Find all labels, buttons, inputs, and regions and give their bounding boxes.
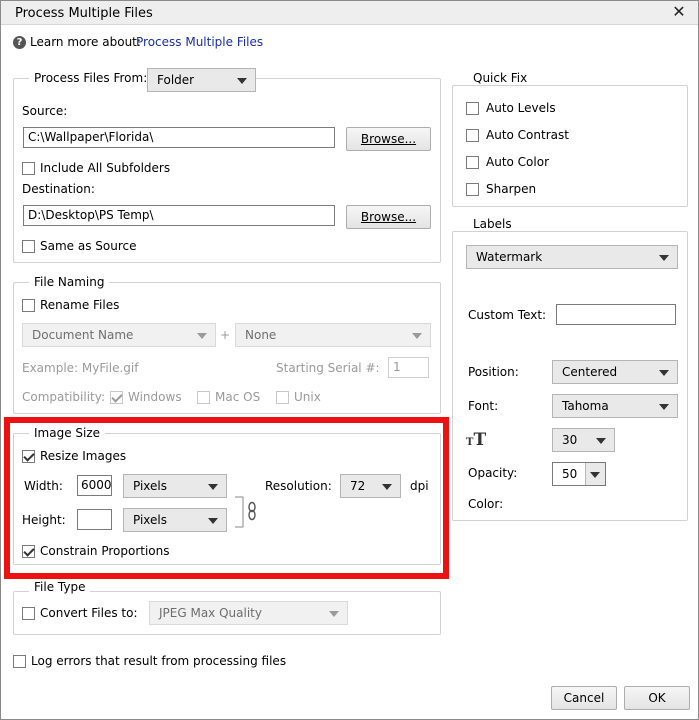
auto-levels-label: Auto Levels <box>486 101 556 115</box>
source-label: Source: <box>22 104 68 118</box>
chevron-down-icon <box>237 78 247 84</box>
source-browse-button[interactable]: Browse... <box>346 127 431 151</box>
process-from-select[interactable]: Folder <box>147 68 256 92</box>
custom-text-input[interactable] <box>556 304 676 325</box>
chevron-down-icon <box>329 611 339 617</box>
chevron-down-icon <box>596 438 606 444</box>
unix-label: Unix <box>294 390 321 404</box>
destination-input[interactable]: D:\Desktop\PS Temp\ <box>23 205 335 226</box>
font-size-select[interactable]: 30 <box>552 428 615 452</box>
font-select[interactable]: Tahoma <box>552 394 678 418</box>
ok-button[interactable]: OK <box>624 686 690 710</box>
chevron-down-icon <box>659 255 669 261</box>
convert-format-select[interactable]: JPEG Max Quality <box>149 601 348 625</box>
chevron-down-icon <box>659 404 669 410</box>
color-label: Color: <box>468 497 504 511</box>
font-size-value: 30 <box>562 433 578 447</box>
serial-input[interactable]: 1 <box>388 357 429 378</box>
label-type-value: Watermark <box>476 250 543 264</box>
sharpen-label: Sharpen <box>486 182 537 196</box>
close-icon[interactable]: ✕ <box>670 3 688 21</box>
help-icon: ? <box>13 36 26 49</box>
position-label: Position: <box>468 365 519 379</box>
opacity-value: 50 <box>562 467 578 481</box>
ok-label: OK <box>648 691 666 705</box>
same-as-source-checkbox[interactable] <box>22 240 35 253</box>
rename-files-label: Rename Files <box>40 298 120 312</box>
auto-contrast-label: Auto Contrast <box>486 128 569 142</box>
example-filename: Example: MyFile.gif <box>22 361 139 375</box>
opacity-label: Opacity: <box>468 466 518 480</box>
position-select[interactable]: Centered <box>552 360 678 384</box>
windows-label: Windows <box>128 390 182 404</box>
destination-browse-label: Browse... <box>360 210 417 224</box>
process-from-label: Process Files From: <box>29 71 153 85</box>
quick-fix-legend: Quick Fix <box>468 71 533 85</box>
font-value: Tahoma <box>562 399 609 413</box>
plus-sign: + <box>220 328 231 342</box>
convert-files-checkbox[interactable] <box>22 607 35 620</box>
unix-checkbox[interactable] <box>276 391 289 404</box>
position-value: Centered <box>562 365 618 379</box>
destination-label: Destination: <box>22 182 95 196</box>
help-link[interactable]: Process Multiple Files <box>136 35 263 49</box>
source-browse-label: Browse... <box>360 132 417 146</box>
convert-files-label: Convert Files to: <box>40 606 138 620</box>
rename-files-checkbox[interactable] <box>22 299 35 312</box>
auto-levels-checkbox[interactable] <box>466 102 479 115</box>
auto-contrast-checkbox[interactable] <box>466 129 479 142</box>
process-from-value: Folder <box>157 73 195 87</box>
convert-format-value: JPEG Max Quality <box>159 606 262 620</box>
cancel-label: Cancel <box>563 691 605 705</box>
auto-color-checkbox[interactable] <box>466 156 479 169</box>
auto-color-label: Auto Color <box>486 155 550 169</box>
log-errors-checkbox[interactable] <box>13 655 26 668</box>
windows-checkbox[interactable] <box>110 391 123 404</box>
title-bar: Process Multiple Files ✕ <box>1 1 698 25</box>
macos-label: Mac OS <box>215 390 261 404</box>
document-name-select[interactable]: Document Name <box>22 323 216 347</box>
sharpen-checkbox[interactable] <box>466 183 479 196</box>
include-subfolders-label: Include All Subfolders <box>40 161 171 175</box>
include-subfolders-checkbox[interactable] <box>22 162 35 175</box>
serial-label: Starting Serial #: <box>276 361 380 375</box>
font-size-icon: TT <box>466 430 487 450</box>
none-select-value: None <box>245 328 277 342</box>
labels-legend: Labels <box>468 217 517 231</box>
chevron-down-icon <box>197 333 207 339</box>
same-as-source-label: Same as Source <box>40 239 137 253</box>
custom-text-label: Custom Text: <box>468 308 547 322</box>
file-naming-legend: File Naming <box>29 275 110 289</box>
cancel-button[interactable]: Cancel <box>551 686 617 710</box>
destination-browse-button[interactable]: Browse... <box>346 205 431 229</box>
file-type-legend: File Type <box>29 580 91 594</box>
help-prefix: Learn more about: <box>30 35 141 49</box>
highlight-box <box>4 417 449 579</box>
font-label: Font: <box>468 399 499 413</box>
macos-checkbox[interactable] <box>197 391 210 404</box>
process-multiple-files-dialog: Process Multiple Files ✕ ? Learn more ab… <box>0 0 699 720</box>
chevron-down-icon <box>659 370 669 376</box>
compatibility-label: Compatibility: <box>22 390 106 404</box>
source-input[interactable]: C:\Wallpaper\Florida\ <box>23 127 335 148</box>
opacity-select[interactable]: 50 <box>552 462 606 486</box>
label-type-select[interactable]: Watermark <box>466 245 678 269</box>
chevron-down-icon <box>590 472 600 478</box>
chevron-down-icon <box>412 333 422 339</box>
log-errors-label: Log errors that result from processing f… <box>31 654 287 668</box>
document-name-value: Document Name <box>32 328 134 342</box>
window-title: Process Multiple Files <box>15 6 153 21</box>
none-select[interactable]: None <box>235 323 431 347</box>
